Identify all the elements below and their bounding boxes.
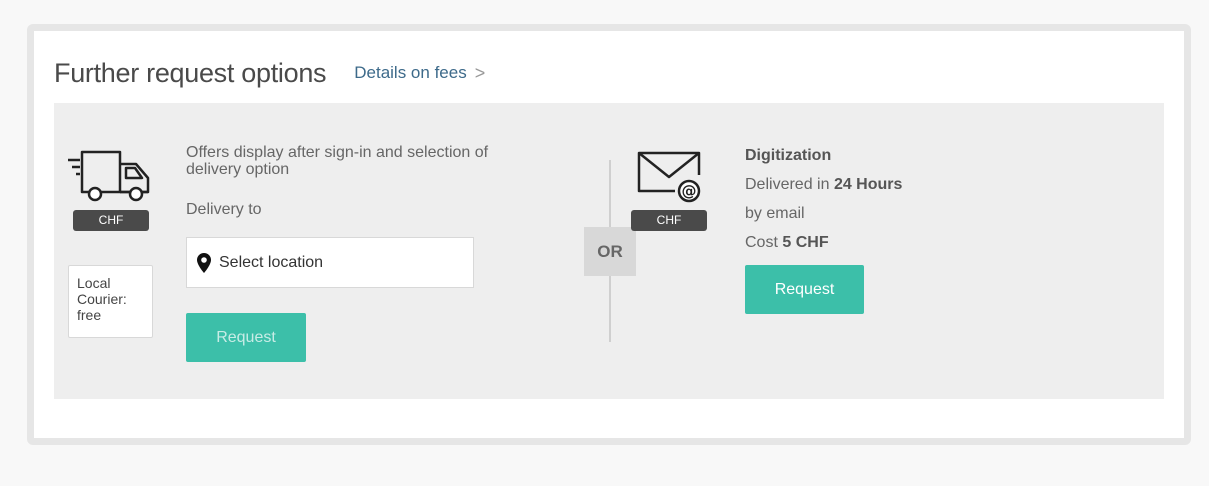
or-separator: OR	[584, 227, 636, 276]
request-options-panel: Further request options Details on fees …	[27, 24, 1191, 445]
cost-currency: CHF	[795, 234, 829, 251]
details-link-label: Details on fees	[354, 63, 467, 82]
svg-text:@: @	[682, 182, 697, 200]
request-digitization-button[interactable]: Request	[745, 265, 864, 314]
request-delivery-button[interactable]: Request	[186, 313, 306, 362]
courier-line: free	[77, 307, 102, 323]
cost-amount: 5	[782, 234, 792, 251]
courier-line: Courier:	[77, 291, 127, 307]
map-pin-icon	[197, 252, 211, 273]
delivered-time: 24 Hours	[833, 176, 903, 193]
delivery-to-label: Delivery to	[186, 201, 262, 218]
currency-badge: CHF	[631, 210, 707, 231]
courier-line: Local	[77, 275, 111, 291]
options-area: CHF Local Courier: free Offers display a…	[54, 103, 1164, 399]
delivered-prefix: Delivered in	[745, 176, 830, 193]
local-courier-box: Local Courier: free	[68, 265, 153, 338]
location-placeholder: Select location	[219, 253, 324, 271]
delivery-time-line: Delivered in 24 Hours	[745, 170, 902, 199]
select-location-input[interactable]: Select location	[186, 237, 474, 288]
currency-badge: CHF	[73, 210, 149, 231]
offers-info-text: Offers display after sign-in and selecti…	[186, 144, 489, 178]
panel-header: Further request options Details on fees …	[54, 53, 485, 93]
details-on-fees-link[interactable]: Details on fees >	[354, 63, 485, 84]
envelope-at-icon: @	[637, 151, 701, 203]
cost-line: Cost 5 CHF	[745, 228, 902, 257]
truck-icon	[68, 150, 150, 202]
cost-prefix: Cost	[745, 234, 778, 251]
page-title: Further request options	[54, 57, 327, 88]
digitization-info: Digitization Delivered in 24 Hours by em…	[745, 141, 902, 257]
delivery-method: by email	[745, 205, 805, 222]
digitization-title: Digitization	[745, 147, 832, 164]
chevron-right-icon: >	[474, 62, 486, 83]
